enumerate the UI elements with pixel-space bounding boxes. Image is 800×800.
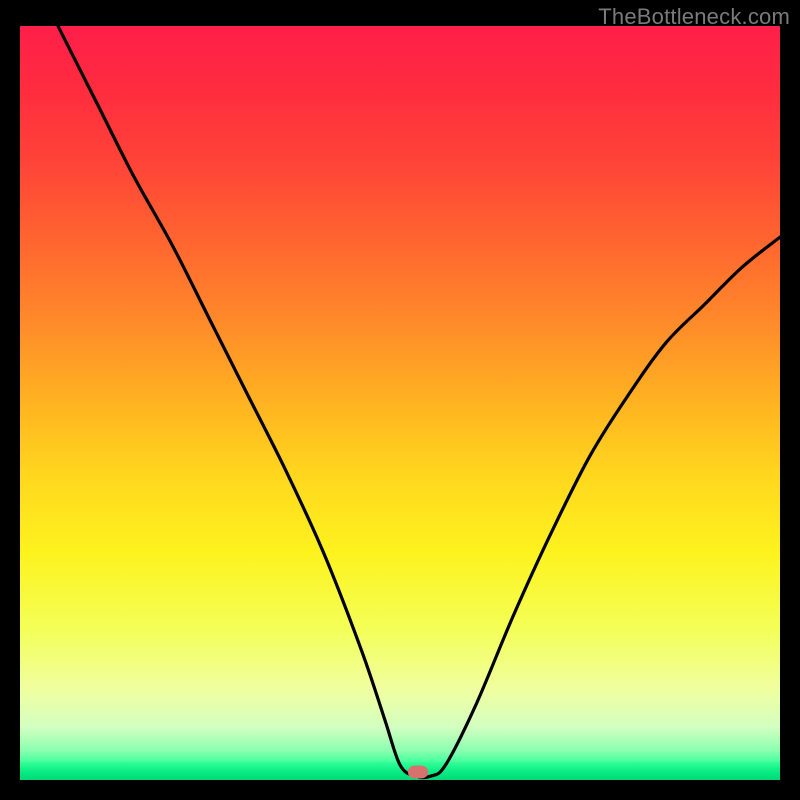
bottleneck-curve (20, 26, 780, 780)
curve-path (58, 26, 780, 778)
optimum-marker (408, 765, 428, 778)
watermark-text: TheBottleneck.com (598, 4, 790, 30)
plot-area (20, 26, 780, 780)
chart-frame: TheBottleneck.com (0, 0, 800, 800)
